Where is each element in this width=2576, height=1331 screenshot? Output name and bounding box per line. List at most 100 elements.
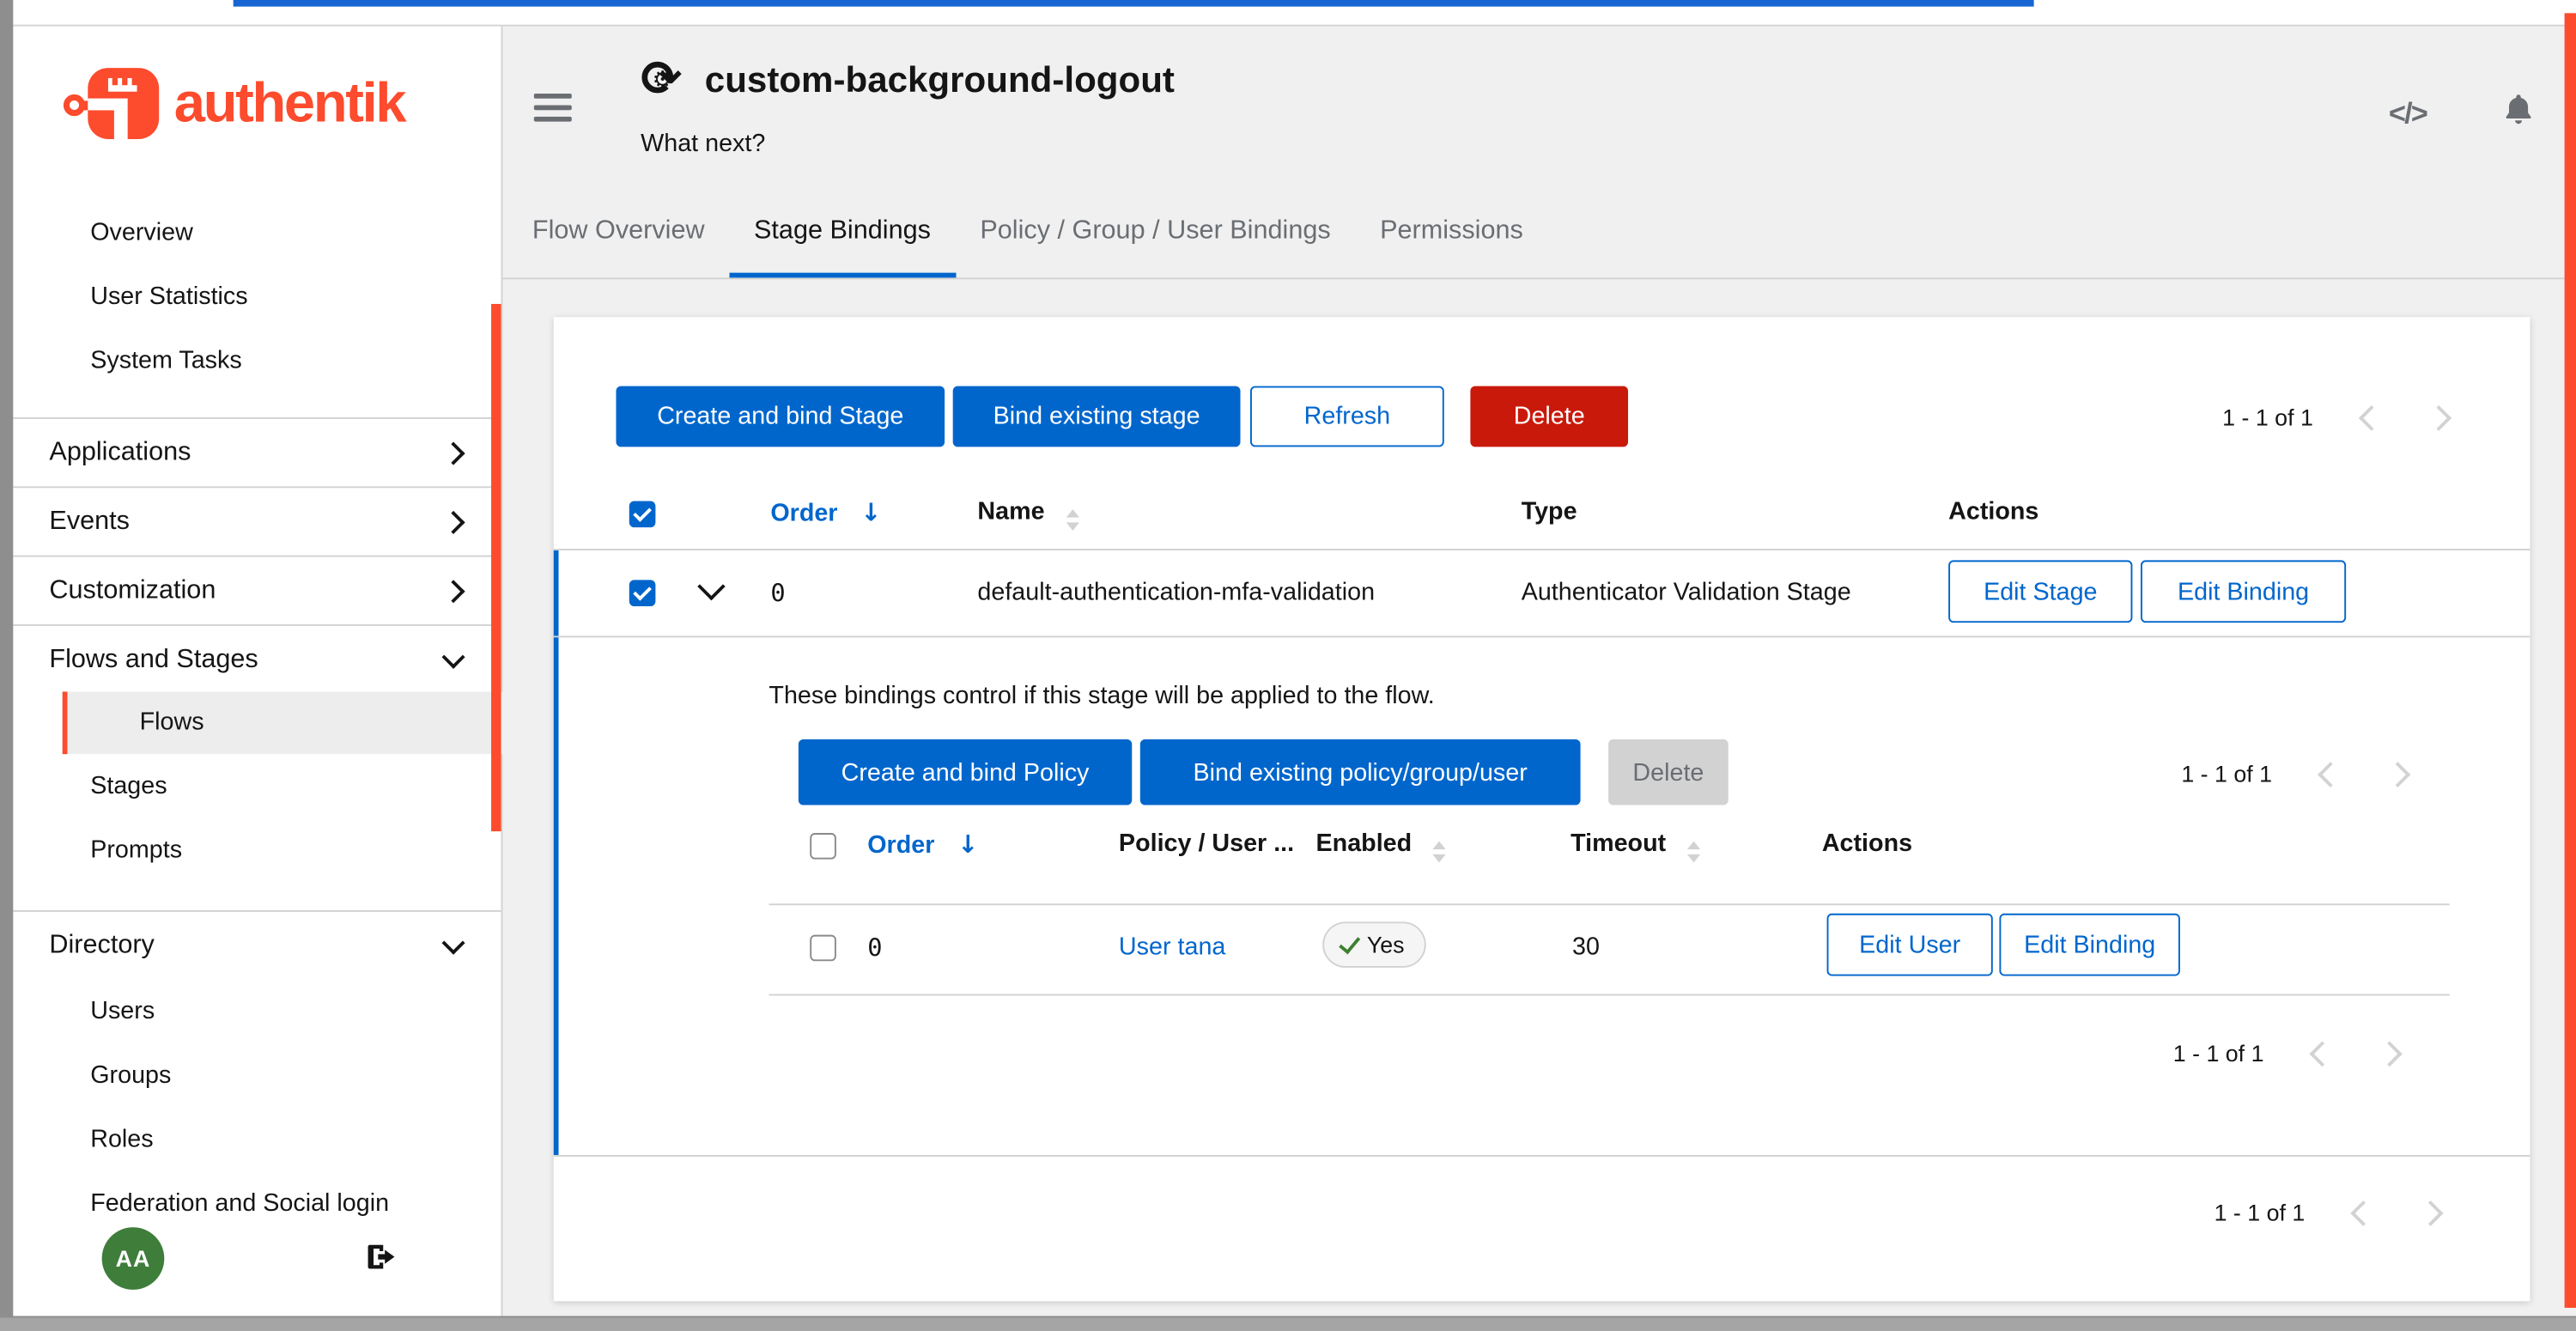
table-header-divider (554, 549, 2530, 550)
edit-binding-button[interactable]: Edit Binding (1999, 914, 2179, 976)
row-type-value: Authenticator Validation Stage (1522, 578, 1851, 606)
create-and-bind-stage-button[interactable]: Create and bind Stage (616, 386, 945, 447)
stage-toolbar: Create and bind Stage Bind existing stag… (616, 386, 1628, 447)
sidebar-item-users[interactable]: Users (13, 979, 501, 1043)
sidebar-section-events[interactable]: Events (13, 486, 501, 555)
next-page-icon[interactable] (2418, 1200, 2444, 1225)
policy-pagination-top: 1 - 1 of 1 (2181, 761, 2407, 787)
column-header-actions: Actions (1948, 498, 2038, 526)
stage-bindings-card: Create and bind Stage Bind existing stag… (554, 317, 2530, 1301)
sidebar-section-flows-and-stages[interactable]: Flows and Stages (13, 624, 501, 693)
previous-page-icon[interactable] (2318, 761, 2343, 787)
browser-accent-bar (234, 0, 2034, 7)
sidebar-item-roles[interactable]: Roles (13, 1108, 501, 1172)
create-and-bind-policy-button[interactable]: Create and bind Policy (799, 739, 1132, 805)
row-checkbox[interactable] (629, 580, 656, 606)
sidebar-toggle-button[interactable] (534, 94, 572, 122)
notifications-bell-icon[interactable] (2500, 92, 2537, 128)
tab-policy-group-user-bindings[interactable]: Policy / Group / User Bindings (956, 189, 1356, 277)
tab-bar: Flow Overview Stage Bindings Policy / Gr… (502, 189, 2576, 279)
policy-bindings-table: Order↓ Policy / User ... Enabled Timeout… (769, 830, 2449, 994)
row-expand-chevron-icon[interactable] (697, 573, 725, 600)
pagination-label: 1 - 1 of 1 (2215, 1200, 2306, 1226)
sidebar-section-customization[interactable]: Customization (13, 556, 501, 624)
row-divider (554, 635, 2530, 637)
page-subtitle: What next? (641, 130, 765, 158)
app-window: authentik Overview User Statistics Syste… (0, 0, 2576, 1331)
sort-descending-icon: ↓ (860, 498, 881, 527)
sidebar-scrollbar[interactable] (491, 304, 501, 831)
column-header-timeout[interactable]: Timeout (1571, 830, 1700, 862)
authentik-logo-icon (63, 63, 171, 145)
policy-row-user-link[interactable]: User tana (1119, 933, 1225, 962)
column-header-order[interactable]: Order↓ (770, 498, 881, 527)
table-header-divider (769, 903, 2449, 905)
pagination-label: 1 - 1 of 1 (2222, 404, 2313, 431)
tab-stage-bindings[interactable]: Stage Bindings (729, 189, 955, 277)
policy-row-checkbox[interactable] (810, 935, 836, 962)
policy-select-all-checkbox[interactable] (810, 833, 836, 860)
sidebar-item-overview[interactable]: Overview (13, 200, 501, 264)
window-left-border (0, 0, 13, 1331)
column-header-enabled[interactable]: Enabled (1316, 830, 1447, 862)
policy-row-timeout-value: 30 (1572, 933, 1600, 962)
previous-page-icon[interactable] (2310, 1041, 2336, 1067)
column-header-actions: Actions (1822, 830, 1912, 858)
column-header-type: Type (1522, 498, 1577, 526)
sidebar-footer: AA (13, 1224, 501, 1299)
pagination-label: 1 - 1 of 1 (2173, 1040, 2264, 1067)
chevron-right-icon (442, 510, 465, 533)
edit-binding-button[interactable]: Edit Binding (2141, 560, 2346, 623)
bind-existing-policy-button[interactable]: Bind existing policy/group/user (1140, 739, 1581, 805)
refresh-button[interactable]: Refresh (1250, 386, 1444, 447)
chevron-down-icon (442, 645, 465, 668)
sidebar-item-prompts[interactable]: Prompts (13, 818, 501, 883)
previous-page-icon[interactable] (2350, 1200, 2376, 1225)
select-all-checkbox[interactable] (629, 501, 656, 528)
row-order-value: 0 (770, 578, 785, 607)
enabled-status-badge: Yes (1322, 921, 1425, 968)
chevron-down-icon (442, 931, 465, 954)
edit-stage-button[interactable]: Edit Stage (1948, 560, 2132, 623)
tab-permissions[interactable]: Permissions (1355, 189, 1547, 277)
tab-flow-overview[interactable]: Flow Overview (507, 189, 729, 277)
sidebar-item-user-statistics[interactable]: User Statistics (13, 264, 501, 329)
expanded-section-divider (554, 1155, 2530, 1157)
selected-row-indicator (554, 550, 559, 1155)
bind-existing-stage-button[interactable]: Bind existing stage (953, 386, 1241, 447)
next-page-icon[interactable] (2426, 404, 2451, 430)
row-divider (769, 994, 2449, 996)
bindings-description: These bindings control if this stage wil… (769, 682, 1434, 710)
edit-user-button[interactable]: Edit User (1827, 914, 1993, 976)
next-page-icon[interactable] (2385, 761, 2411, 787)
authentik-logo[interactable]: authentik (63, 63, 405, 145)
avatar[interactable]: AA (102, 1227, 165, 1290)
page-scrollbar[interactable] (2565, 13, 2576, 1308)
sidebar-item-system-tasks[interactable]: System Tasks (13, 329, 501, 393)
sidebar-item-flows[interactable]: Flows (63, 691, 543, 754)
logout-icon[interactable] (365, 1241, 398, 1273)
check-icon (1339, 931, 1360, 953)
sidebar-section-directory[interactable]: Directory (13, 910, 501, 979)
chevron-right-icon (442, 441, 465, 465)
policy-delete-button[interactable]: Delete (1608, 739, 1728, 805)
brand-wordmark: authentik (174, 71, 404, 136)
policy-row-order-value: 0 (867, 933, 882, 963)
window-bottom-border (0, 1316, 2576, 1331)
stage-pagination-top: 1 - 1 of 1 (2222, 404, 2448, 431)
api-drawer-icon[interactable]: </> (2389, 97, 2427, 131)
column-header-name[interactable]: Name (977, 498, 1078, 531)
stage-pagination-bottom: 1 - 1 of 1 (2215, 1200, 2440, 1226)
sidebar-item-groups[interactable]: Groups (13, 1043, 501, 1108)
chevron-right-icon (442, 579, 465, 602)
policy-pagination-bottom: 1 - 1 of 1 (2173, 1040, 2399, 1067)
sidebar-item-stages[interactable]: Stages (13, 754, 501, 818)
previous-page-icon[interactable] (2359, 404, 2385, 430)
delete-button[interactable]: Delete (1470, 386, 1628, 447)
sort-descending-icon: ↓ (957, 830, 978, 859)
sort-icon (1433, 842, 1446, 863)
next-page-icon[interactable] (2377, 1041, 2403, 1067)
sidebar-section-applications[interactable]: Applications (13, 417, 501, 486)
sidebar: authentik Overview User Statistics Syste… (13, 27, 502, 1316)
column-header-order[interactable]: Order↓ (867, 830, 978, 859)
